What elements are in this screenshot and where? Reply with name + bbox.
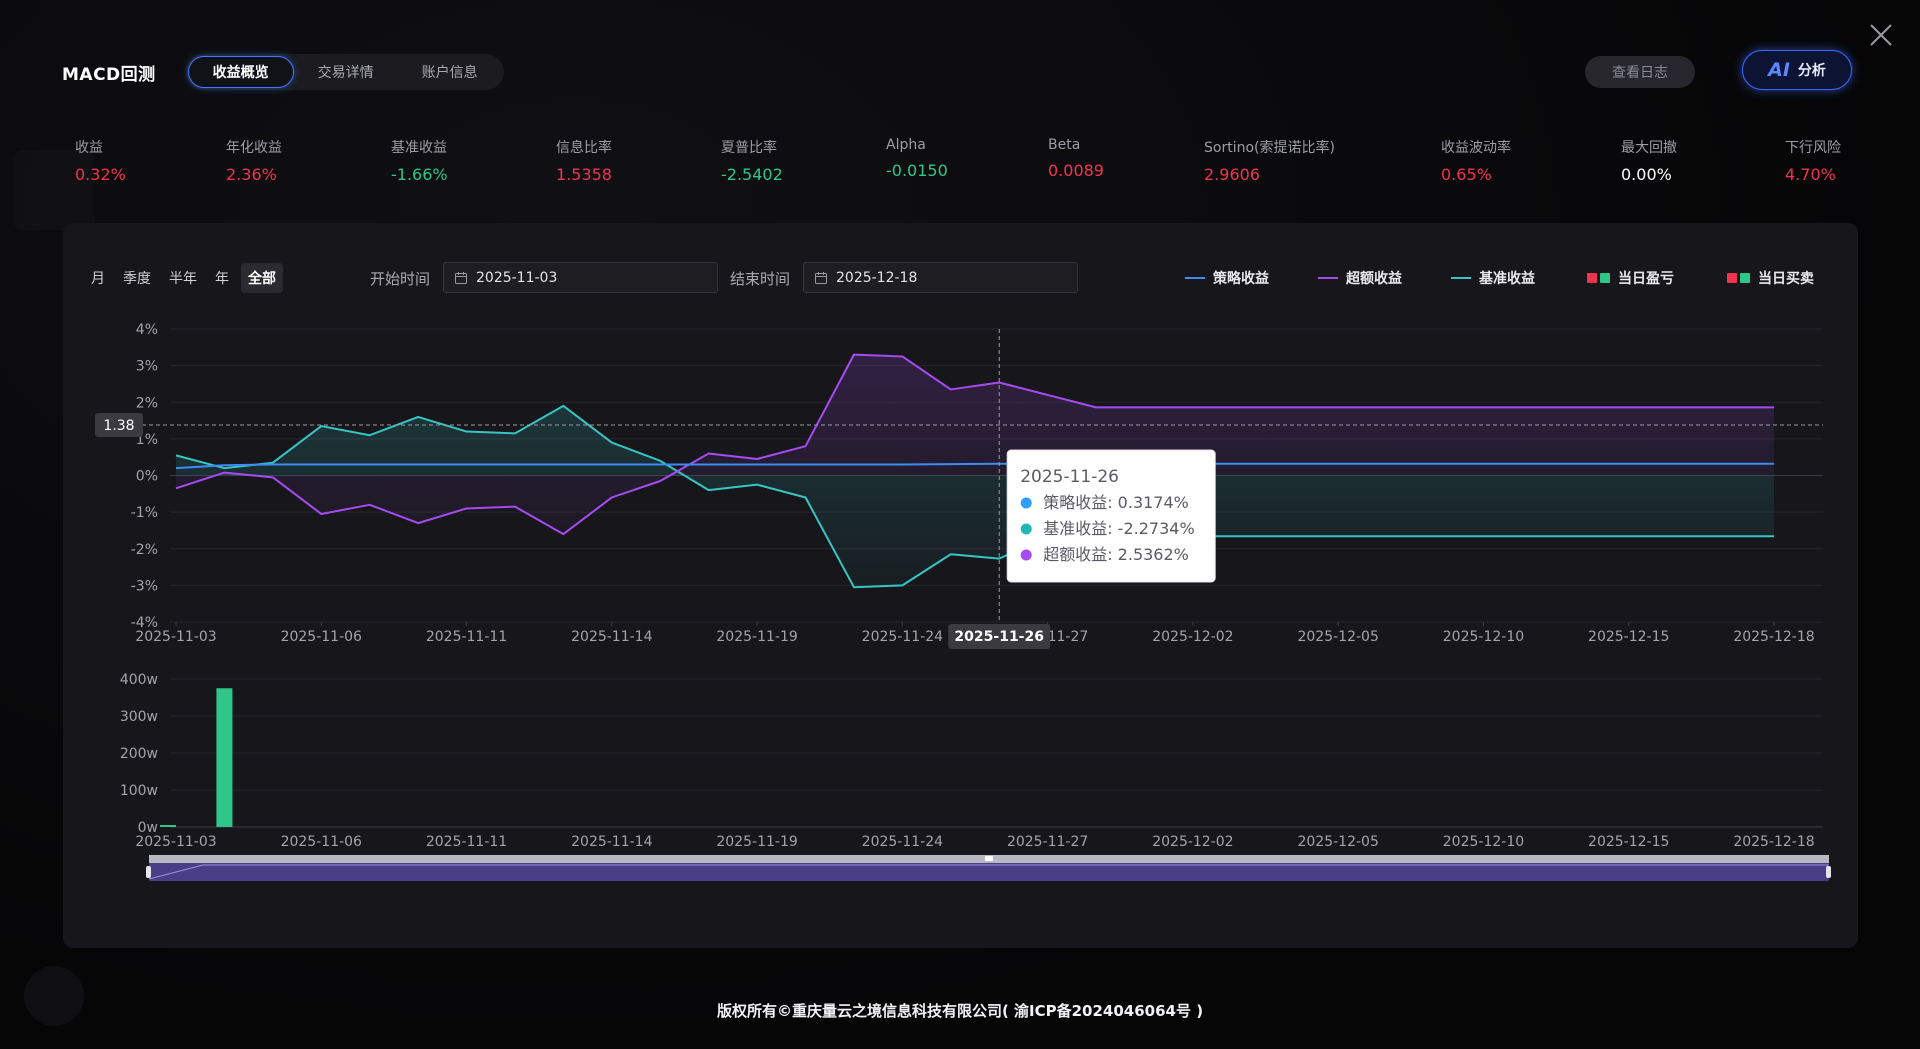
ai-icon: AI — [1768, 59, 1790, 81]
page-title: MACD回测 — [62, 64, 156, 85]
tab-overview[interactable]: 收益概览 — [187, 56, 294, 88]
y-tick-label: 3% — [136, 359, 158, 375]
x-tick-label: 2025-11-24 — [862, 629, 943, 645]
returns-chart[interactable]: 4%3%2%1%0%-1%-2%-3%-4%2025-11-03 2025-11-… — [63, 223, 1858, 948]
metric-value: 4.70% — [1785, 165, 1836, 184]
volume-bar-small — [160, 825, 176, 827]
metric-annualized-return: 年化收益 2.36% — [226, 137, 282, 184]
metric-label: Beta — [1048, 137, 1081, 153]
tooltip-row: 基准收益: -2.2734% — [1043, 519, 1194, 538]
bar-y-tick-label: 100w — [120, 783, 158, 799]
bar-x-tick-label: 2025-11-24 — [862, 834, 943, 850]
metric-value: 0.00% — [1621, 165, 1672, 184]
bar-x-tick-label: 2025-11-27 — [1007, 834, 1088, 850]
bar-x-tick-label: 2025-12-15 — [1588, 834, 1669, 850]
y-tick-label: 0% — [136, 469, 158, 485]
metric-max-drawdown: 最大回撤 0.00% — [1621, 137, 1677, 184]
metric-value: 0.32% — [75, 165, 126, 184]
x-tick-label: 2025-12-02 — [1152, 629, 1233, 645]
metric-information-ratio: 信息比率 1.5358 — [556, 137, 612, 184]
y-tick-label: 2% — [136, 395, 158, 411]
view-log-button[interactable]: 查看日志 — [1585, 56, 1695, 88]
metric-label: 收益波动率 — [1441, 140, 1511, 156]
bar-y-tick-label: 300w — [120, 709, 158, 725]
metric-label: Alpha — [886, 137, 926, 153]
volume-bar — [216, 688, 233, 827]
bar-x-tick-label: 2025-11-19 — [716, 834, 797, 850]
metric-sortino: Sortino(索提诺比率) 2.9606 — [1204, 137, 1335, 184]
header: MACD回测 收益概览 交易详情 账户信息 — [62, 54, 504, 90]
tooltip-dot — [1020, 497, 1032, 509]
metric-label: Sortino(索提诺比率) — [1204, 140, 1335, 156]
bar-x-tick-label: 2025-11-06 — [281, 834, 362, 850]
metric-value: 0.65% — [1441, 165, 1492, 184]
bar-y-tick-label: 200w — [120, 746, 158, 762]
metric-value: 1.5358 — [556, 165, 612, 184]
metric-label: 夏普比率 — [721, 140, 777, 156]
ai-analysis-button[interactable]: AI 分析 — [1742, 50, 1852, 90]
x-tick-label: 2025-11-06 — [281, 629, 362, 645]
close-icon — [1870, 24, 1892, 46]
crosshair-x-label: 2025-11-26 — [954, 629, 1044, 645]
metric-value: -1.66% — [391, 165, 448, 184]
metric-benchmark-return: 基准收益 -1.66% — [391, 137, 448, 184]
tab-account-info[interactable]: 账户信息 — [398, 56, 502, 88]
metric-label: 最大回撤 — [1621, 140, 1677, 156]
metrics-bar: 收益 0.32% 年化收益 2.36% 基准收益 -1.66% 信息比率 1.5358 … — [0, 137, 1920, 187]
x-tick-label: 2025-12-15 — [1588, 629, 1669, 645]
tab-trade-details[interactable]: 交易详情 — [294, 56, 398, 88]
close-button[interactable] — [1868, 22, 1894, 48]
x-tick-label: 2025-12-18 — [1733, 629, 1814, 645]
bar-x-tick-label: 2025-12-18 — [1733, 834, 1814, 850]
zoom-right-handle — [1826, 866, 1831, 878]
y-tick-label: -3% — [131, 578, 158, 594]
x-tick-label: 2025-11-19 — [716, 629, 797, 645]
tooltip-dot — [1020, 523, 1032, 535]
tooltip-dot — [1020, 549, 1032, 561]
bar-x-tick-label: 2025-12-05 — [1297, 834, 1378, 850]
tooltip-date: 2025-11-26 — [1020, 467, 1119, 487]
metric-return: 收益 0.32% — [75, 137, 126, 184]
metric-value: 0.0089 — [1048, 161, 1104, 180]
metric-value: 2.36% — [226, 165, 277, 184]
x-tick-label: 2025-11-03 — [135, 629, 216, 645]
bar-y-tick-label: 400w — [120, 672, 158, 688]
metric-beta: Beta 0.0089 — [1048, 137, 1104, 180]
crosshair-y-label: 1.38 — [103, 418, 134, 434]
bar-x-tick-label: 2025-11-14 — [571, 834, 652, 850]
bar-x-tick-label: 2025-12-10 — [1443, 834, 1524, 850]
metric-value: -2.5402 — [721, 165, 783, 184]
metric-label: 基准收益 — [391, 140, 447, 156]
x-tick-label: 2025-12-05 — [1297, 629, 1378, 645]
metric-alpha: Alpha -0.0150 — [886, 137, 948, 180]
metric-sharpe-ratio: 夏普比率 -2.5402 — [721, 137, 783, 184]
metric-value: -0.0150 — [886, 161, 948, 180]
bar-x-tick-label: 2025-11-03 — [135, 834, 216, 850]
bar-x-tick-label: 2025-12-02 — [1152, 834, 1233, 850]
y-tick-label: -2% — [131, 542, 158, 558]
ai-analysis-label: 分析 — [1797, 63, 1826, 79]
metric-volatility: 收益波动率 0.65% — [1441, 137, 1511, 184]
footer-copyright: 版权所有©重庆量云之境信息科技有限公司( 渝ICP备2024046064号 ) — [716, 1002, 1204, 1020]
metric-label: 下行风险 — [1785, 140, 1841, 156]
metric-label: 收益 — [75, 140, 103, 156]
y-tick-label: -1% — [131, 505, 158, 521]
chart-panel: 月 季度 半年 年 全部 开始时间 2025-11-03 结束时间 2025-1… — [63, 223, 1858, 948]
zoom-grip-icon — [985, 856, 993, 861]
tooltip-row: 超额收益: 2.5362% — [1043, 545, 1189, 564]
metric-label: 年化收益 — [226, 140, 282, 156]
y-tick-label: 4% — [136, 322, 158, 338]
x-tick-label: 2025-11-11 — [426, 629, 507, 645]
x-tick-label: 2025-12-10 — [1443, 629, 1524, 645]
tooltip-row: 策略收益: 0.3174% — [1043, 493, 1189, 512]
tab-bar: 收益概览 交易详情 账户信息 — [185, 54, 504, 90]
metric-label: 信息比率 — [556, 140, 612, 156]
zoom-left-handle — [146, 866, 151, 878]
metric-value: 2.9606 — [1204, 165, 1260, 184]
metric-downside-risk: 下行风险 4.70% — [1785, 137, 1841, 184]
bar-x-tick-label: 2025-11-11 — [426, 834, 507, 850]
x-tick-label: 2025-11-14 — [571, 629, 652, 645]
